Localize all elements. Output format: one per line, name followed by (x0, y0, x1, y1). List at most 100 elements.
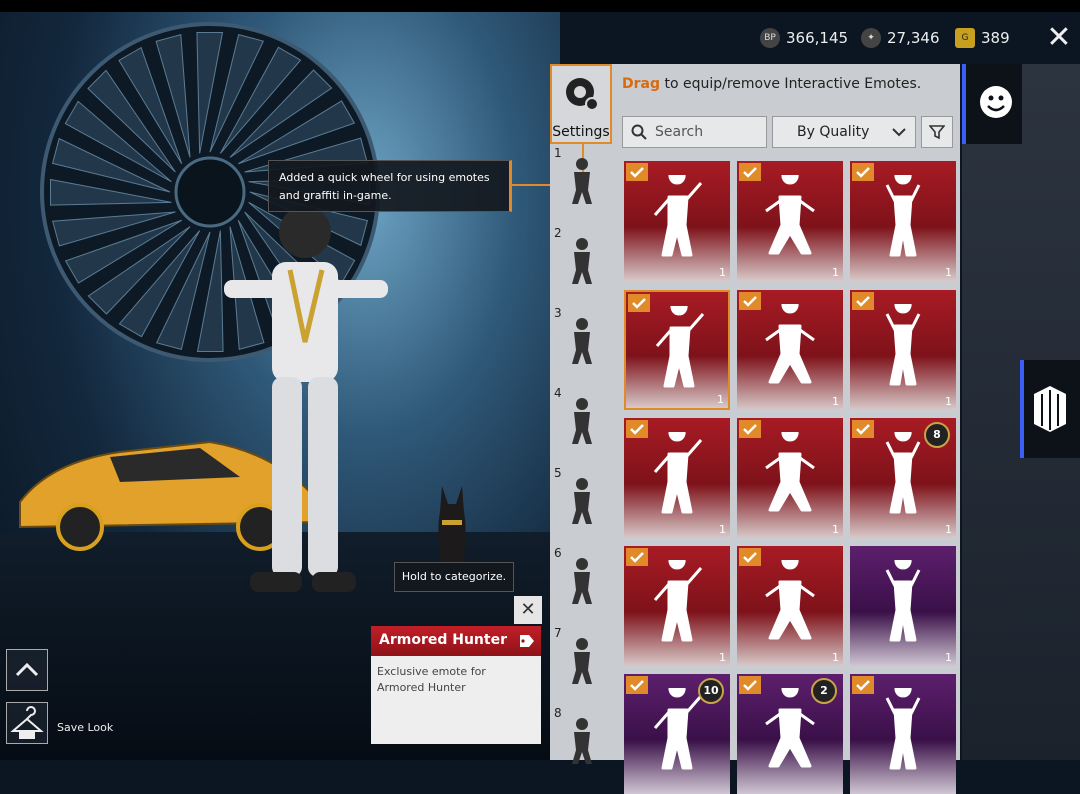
emote-figure-icon (765, 688, 815, 768)
emote-count: 1 (832, 523, 839, 536)
equipped-check-icon (628, 294, 650, 312)
rail-tab-selected[interactable] (1020, 360, 1080, 458)
equipped-check-icon (852, 292, 874, 310)
emote-figure-icon (765, 560, 815, 640)
equipped-check-icon (626, 676, 648, 694)
emote-face-icon (980, 86, 1012, 118)
emote-card[interactable]: 10 (624, 674, 730, 794)
sort-by-quality-dropdown[interactable]: By Quality (772, 116, 916, 148)
slot-number: 8 (554, 706, 562, 720)
emote-card[interactable] (850, 674, 956, 794)
filter-icon (929, 125, 945, 140)
emote-silhouette-icon (572, 398, 592, 444)
emote-count: 1 (945, 523, 952, 536)
emote-card[interactable]: 1 (624, 546, 730, 666)
emote-level-badge: 10 (698, 678, 724, 704)
slot-number: 7 (554, 626, 562, 640)
slot-number: 4 (554, 386, 562, 400)
equipped-check-icon (739, 420, 761, 438)
emote-card[interactable]: 2 (737, 674, 843, 794)
emote-card[interactable]: 1 (850, 290, 956, 410)
search-input[interactable]: Search (622, 116, 767, 148)
emote-count: 1 (832, 651, 839, 664)
slot-number: 5 (554, 466, 562, 480)
equipped-check-icon (739, 676, 761, 694)
info-card-description: Exclusive emote for Armored Hunter (377, 665, 486, 694)
emote-silhouette-icon (572, 638, 592, 684)
equipped-check-icon (739, 548, 761, 566)
tooltip-line: and graffiti in-game. (279, 189, 392, 202)
emote-wheel-slots: 1 2 3 4 5 6 7 8 (550, 144, 612, 764)
emote-count: 1 (719, 266, 726, 279)
emote-wheel-icon (566, 78, 599, 111)
emote-card[interactable]: 1 (624, 161, 730, 281)
emote-slot[interactable]: 4 (550, 384, 612, 464)
equipped-check-icon (852, 420, 874, 438)
emote-figure-icon (765, 432, 815, 512)
player-character-decoration (224, 206, 388, 592)
emote-count: 1 (945, 266, 952, 279)
emote-slot[interactable]: 3 (550, 304, 612, 384)
emote-figure-icon (765, 304, 815, 384)
slot-number: 3 (554, 306, 562, 320)
emote-slot[interactable]: 5 (550, 464, 612, 544)
uc-currency: G 389 (955, 28, 1010, 48)
emote-silhouette-icon (572, 158, 592, 204)
emote-card[interactable]: 1 (624, 290, 730, 410)
emote-silhouette-icon (572, 558, 592, 604)
emote-wheel-settings-button[interactable]: Settings (550, 64, 612, 144)
equipped-check-icon (852, 676, 874, 694)
search-icon (631, 124, 647, 140)
tag-icon (520, 635, 534, 647)
equipped-check-icon (852, 163, 874, 181)
silver-currency: ✦ 27,346 (861, 28, 940, 48)
bp-amount: 366,145 (786, 29, 849, 47)
emote-slot[interactable]: 6 (550, 544, 612, 624)
emote-level-badge: 2 (811, 678, 837, 704)
emote-card[interactable]: 1 (737, 418, 843, 538)
save-look-button[interactable] (6, 702, 48, 744)
filter-button[interactable] (921, 116, 953, 148)
emote-count: 1 (832, 395, 839, 408)
emote-slot[interactable]: 1 (550, 144, 612, 224)
equipped-check-icon (626, 420, 648, 438)
emote-figure-icon (655, 306, 705, 388)
settings-label: Settings (552, 124, 610, 140)
emote-card[interactable]: 1 (624, 418, 730, 538)
silver-amount: 27,346 (887, 29, 940, 47)
equipped-check-icon (739, 163, 761, 181)
emote-slot[interactable]: 8 (550, 704, 612, 784)
emote-card[interactable]: 1 (850, 161, 956, 281)
emote-card[interactable]: 81 (850, 418, 956, 538)
info-card-title: Armored Hunter (379, 632, 507, 648)
emote-figure-icon (885, 175, 921, 257)
rail-tab-emotes[interactable] (962, 64, 1022, 144)
sort-label: By Quality (797, 124, 870, 140)
emote-info-card: Armored Hunter Exclusive emote for Armor… (371, 626, 541, 744)
info-card-close-button[interactable]: ✕ (514, 596, 542, 624)
drag-hint-text: to equip/remove Interactive Emotes. (660, 76, 922, 92)
slot-number: 2 (554, 226, 562, 240)
emote-silhouette-icon (572, 238, 592, 284)
drag-hint: Drag to equip/remove Interactive Emotes. (622, 76, 921, 92)
quick-wheel-tooltip: Added a quick wheel for using emotes and… (268, 160, 512, 212)
bp-coin-icon: BP (760, 28, 780, 48)
emote-slot[interactable]: 7 (550, 624, 612, 704)
emote-count: 1 (719, 651, 726, 664)
emote-card[interactable]: 1 (850, 546, 956, 666)
emote-slot[interactable]: 2 (550, 224, 612, 304)
collapse-up-button[interactable] (6, 649, 48, 691)
slot-number: 1 (554, 146, 562, 160)
equipped-check-icon (739, 292, 761, 310)
bp-currency: BP 366,145 (760, 28, 848, 48)
emote-card[interactable]: 1 (737, 290, 843, 410)
emote-figure-icon (653, 175, 703, 257)
close-button[interactable]: ✕ (1042, 23, 1076, 54)
chevron-down-icon (892, 128, 906, 137)
emote-card[interactable]: 1 (737, 546, 843, 666)
emote-card[interactable]: 1 (737, 161, 843, 281)
emote-figure-icon (885, 560, 921, 642)
emote-level-badge: 8 (924, 422, 950, 448)
emote-figure-icon (653, 560, 703, 642)
emote-silhouette-icon (572, 318, 592, 364)
